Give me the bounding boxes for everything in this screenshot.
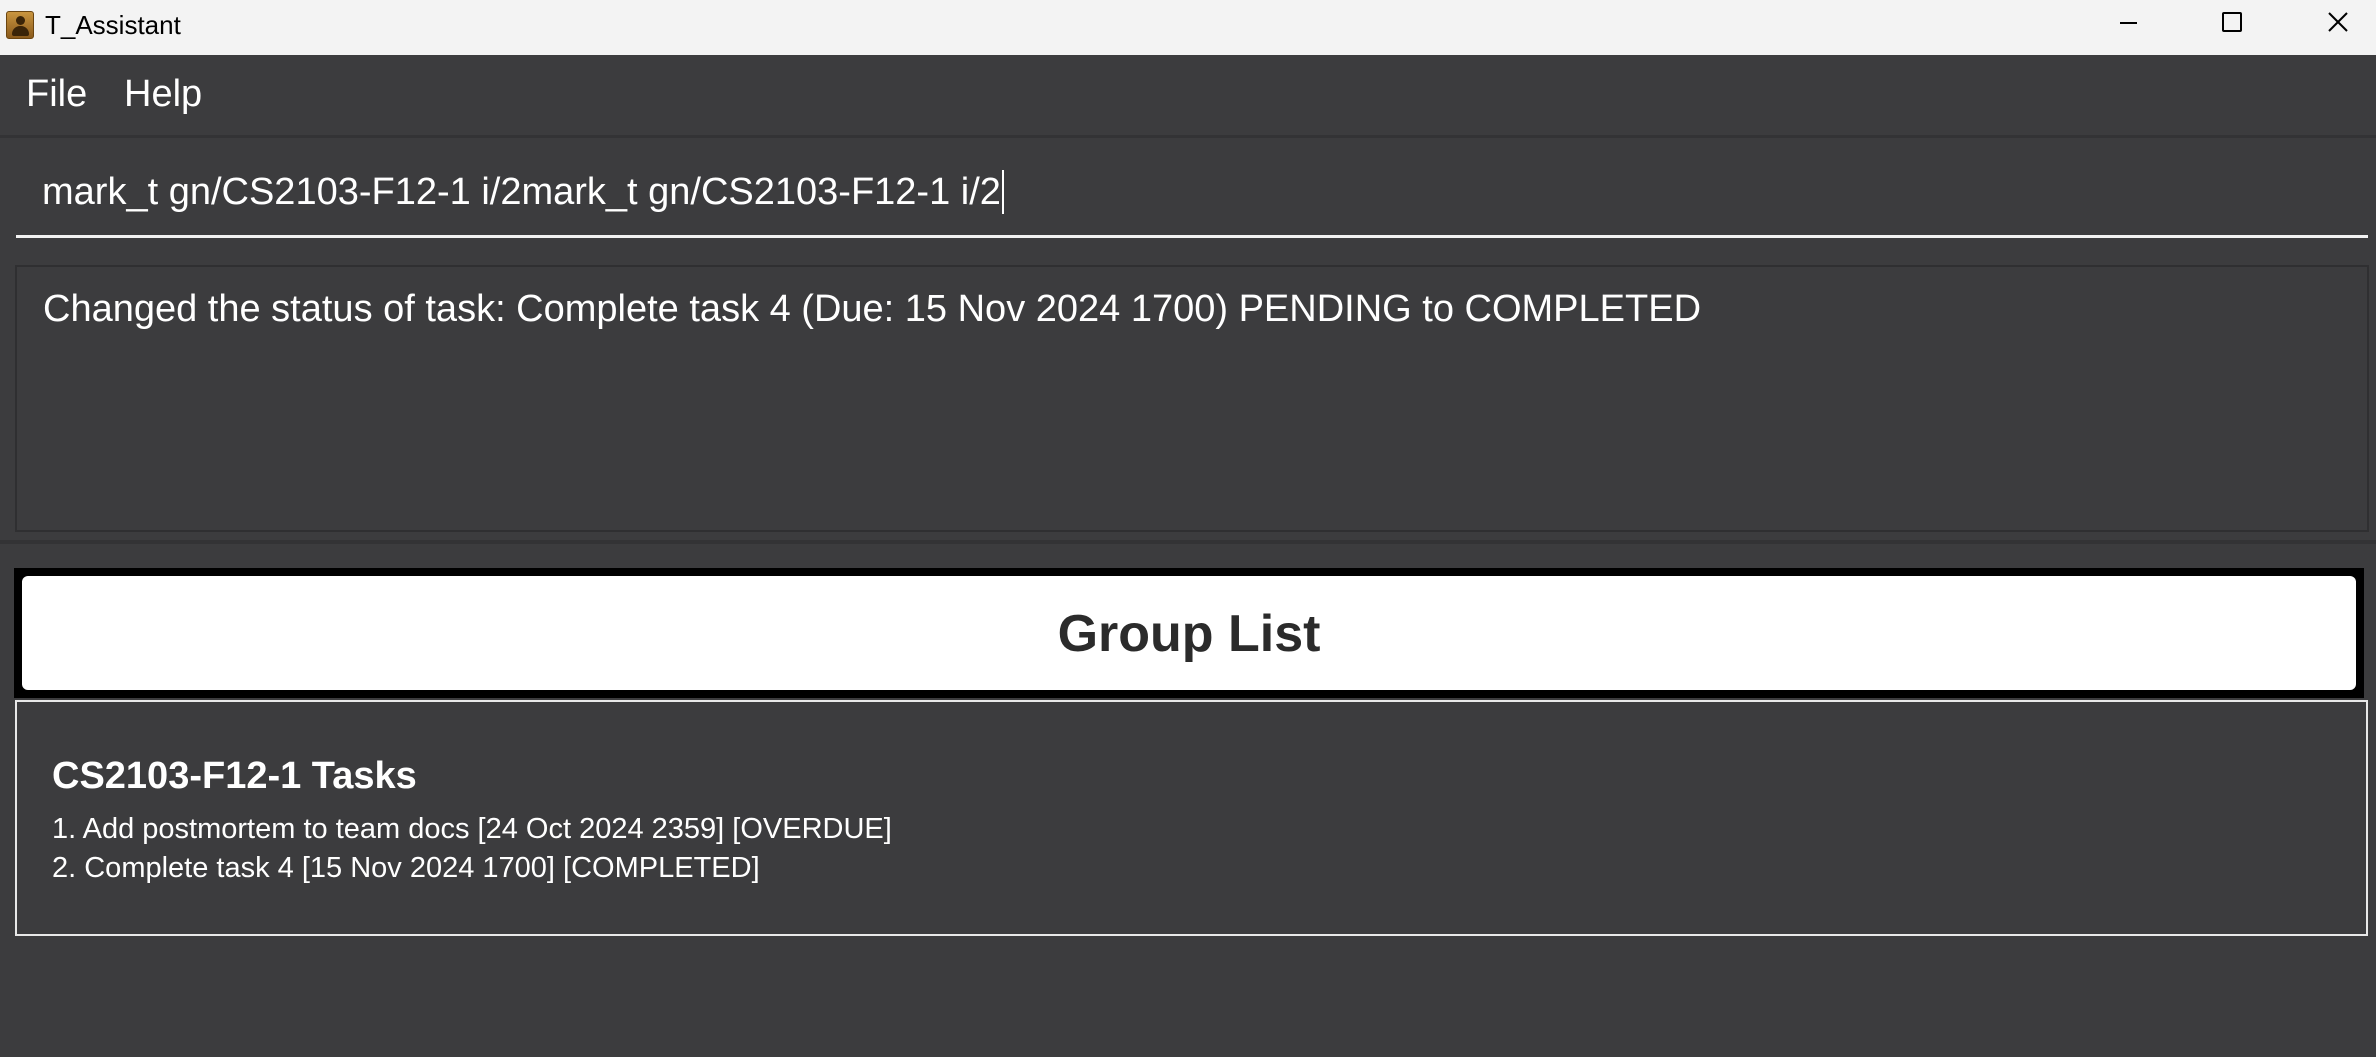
maximize-icon (2222, 12, 2242, 32)
app-icon (6, 11, 34, 39)
menu-help[interactable]: Help (124, 72, 202, 116)
result-display: Changed the status of task: Complete tas… (15, 265, 2369, 532)
command-input-value: mark_t gn/CS2103-F12-1 i/2mark_t gn/CS21… (42, 171, 1001, 213)
menu-bar: File Help (0, 55, 2376, 135)
group-card[interactable]: CS2103-F12-1 Tasks 1. Add postmortem to … (15, 700, 2368, 936)
task-list: 1. Add postmortem to team docs [24 Oct 2… (52, 810, 892, 888)
title-bar: T_Assistant (0, 0, 2376, 55)
command-input-text[interactable]: mark_t gn/CS2103-F12-1 i/2mark_t gn/CS21… (42, 170, 1004, 214)
maximize-button[interactable] (2180, 0, 2280, 46)
text-caret (1001, 170, 1004, 214)
menu-divider (0, 135, 2376, 138)
task-item: 2. Complete task 4 [15 Nov 2024 1700] [C… (52, 852, 760, 884)
task-item: 1. Add postmortem to team docs [24 Oct 2… (52, 813, 892, 845)
group-list-title: Group List (1057, 605, 1321, 663)
close-button[interactable] (2288, 0, 2376, 46)
minimize-button[interactable] (2077, 0, 2177, 46)
result-divider (0, 540, 2376, 544)
close-icon (2328, 12, 2348, 32)
minimize-icon (2120, 22, 2137, 24)
group-list-header: Group List (22, 576, 2356, 690)
window-title: T_Assistant (45, 10, 181, 40)
command-input[interactable]: mark_t gn/CS2103-F12-1 i/2mark_t gn/CS21… (16, 150, 2368, 238)
group-list-header-frame: Group List (14, 568, 2364, 698)
app-window: T_Assistant File Help mark_t gn/CS2103-F… (0, 0, 2376, 1057)
menu-file[interactable]: File (26, 72, 87, 116)
result-message: Changed the status of task: Complete tas… (43, 288, 1702, 330)
group-name: CS2103-F12-1 Tasks (52, 755, 417, 797)
